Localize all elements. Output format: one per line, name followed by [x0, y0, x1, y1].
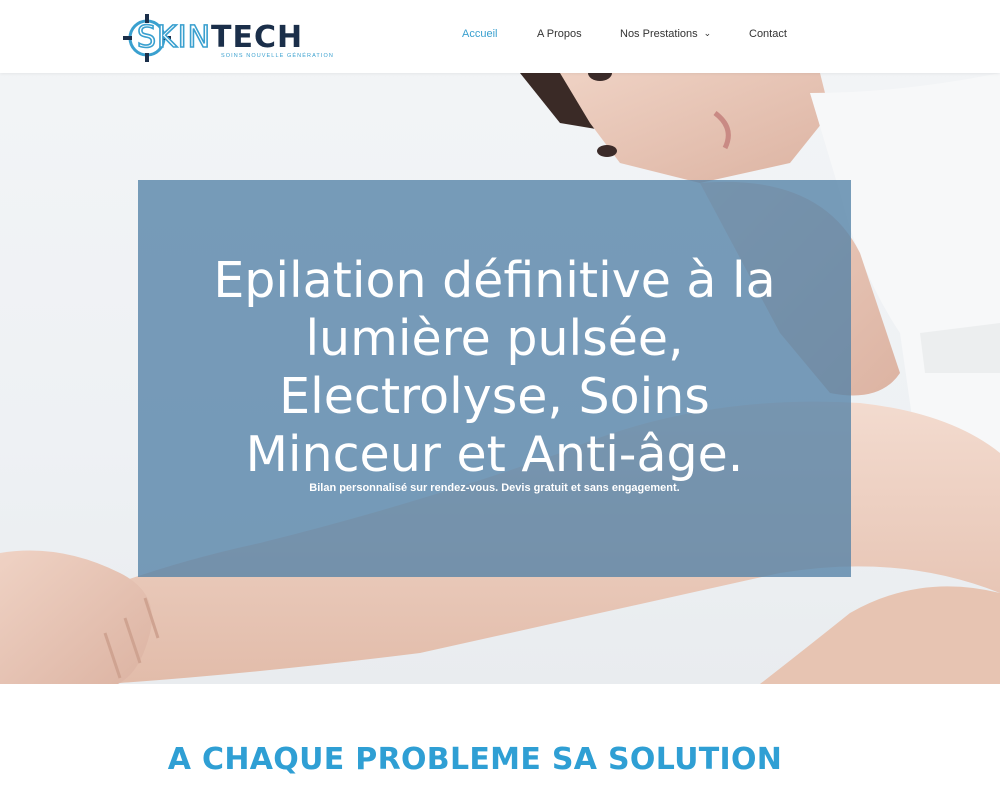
section-title: A CHAQUE PROBLEME SA SOLUTION	[167, 742, 783, 777]
nav-item-nos-prestations[interactable]: Nos Prestations ⌄	[620, 28, 711, 40]
nav-item-accueil[interactable]: Accueil	[462, 28, 497, 40]
hero-section: Epilation définitive à la lumière pulsée…	[0, 73, 1000, 684]
site-header: SKINTECH Soins nouvelle génération Accue…	[0, 0, 1000, 73]
nav-item-contact[interactable]: Contact	[749, 28, 787, 40]
chevron-down-icon: ⌄	[703, 28, 712, 38]
hero-title: Epilation définitive à la lumière pulsée…	[213, 252, 776, 483]
nav-item-nos-prestations-label: Nos Prestations	[620, 28, 698, 40]
hero-subtitle: Bilan personnalisé sur rendez-vous. Devi…	[309, 482, 680, 494]
main-nav: Accueil A Propos Nos Prestations ⌄ Contac…	[0, 28, 1000, 44]
logo-tagline: Soins nouvelle génération	[221, 53, 334, 59]
nav-item-a-propos[interactable]: A Propos	[537, 28, 582, 40]
hero-overlay-box: Epilation définitive à la lumière pulsée…	[138, 180, 851, 577]
